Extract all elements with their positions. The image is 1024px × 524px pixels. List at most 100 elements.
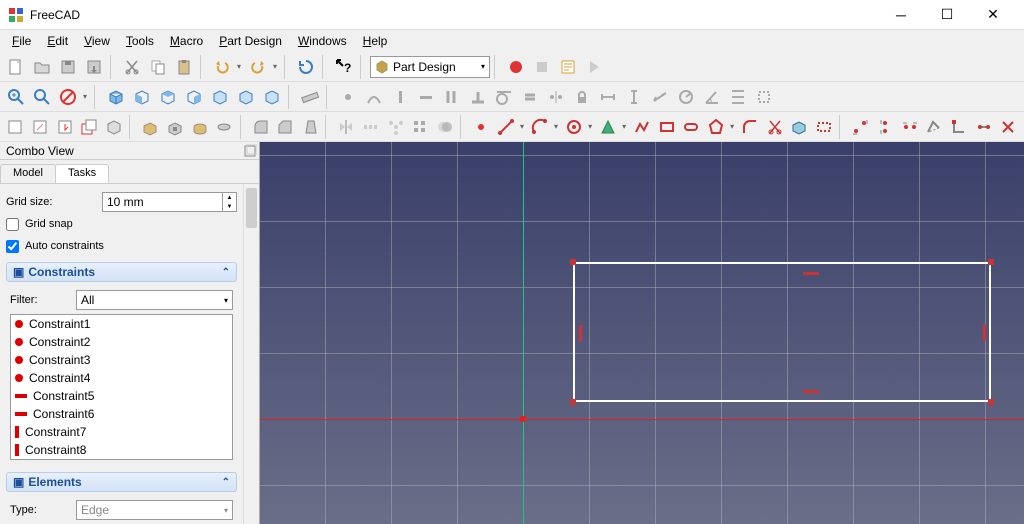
- con-snell-icon[interactable]: [726, 85, 750, 109]
- filter-select[interactable]: All▾: [76, 290, 233, 310]
- sk-selconstr-button[interactable]: [972, 115, 995, 139]
- con-tangent-icon[interactable]: [492, 85, 516, 109]
- auto-constraints-checkbox[interactable]: [6, 240, 19, 253]
- sk-rect-button[interactable]: [655, 115, 678, 139]
- con-horizontal-icon[interactable]: [414, 85, 438, 109]
- combo-view-float-icon[interactable]: [243, 144, 257, 158]
- con-radius-icon[interactable]: [674, 85, 698, 109]
- save-button[interactable]: [56, 55, 80, 79]
- sk-select-horiz-button[interactable]: [898, 115, 921, 139]
- pd-pad-button[interactable]: [139, 115, 162, 139]
- sk-point-button[interactable]: [470, 115, 493, 139]
- pd-chamfer-button[interactable]: [274, 115, 297, 139]
- grid-snap-checkbox[interactable]: [6, 218, 19, 231]
- pd-multi-button[interactable]: [409, 115, 432, 139]
- menu-windows[interactable]: Windows: [290, 32, 355, 50]
- pd-polpattern-button[interactable]: [384, 115, 407, 139]
- sk-select-vert-button[interactable]: [874, 115, 897, 139]
- tab-tasks[interactable]: Tasks: [55, 164, 109, 183]
- pd-editsketch-button[interactable]: [29, 115, 52, 139]
- close-button[interactable]: ✕: [970, 0, 1016, 30]
- constraints-section-header[interactable]: ▣ Constraints ⌃: [6, 262, 237, 282]
- copy-button[interactable]: [146, 55, 170, 79]
- pd-boolean-button[interactable]: [434, 115, 457, 139]
- maximize-button[interactable]: ☐: [924, 0, 970, 30]
- con-parallel-icon[interactable]: [440, 85, 464, 109]
- con-coincident-icon[interactable]: [336, 85, 360, 109]
- constraints-list[interactable]: Constraint1 Constraint2 Constraint3 Cons…: [10, 314, 233, 460]
- elements-section-header[interactable]: ▣ Elements ⌃: [6, 472, 237, 492]
- drawstyle-dropdown[interactable]: ▾: [80, 85, 90, 109]
- grid-size-input[interactable]: 10 mm ▲▼: [102, 192, 237, 212]
- con-equal-icon[interactable]: [518, 85, 542, 109]
- sk-trim-button[interactable]: [763, 115, 786, 139]
- whatsthis-button[interactable]: ?: [332, 55, 356, 79]
- con-symmetric-icon[interactable]: [544, 85, 568, 109]
- sk-slot-button[interactable]: [680, 115, 703, 139]
- workbench-selector[interactable]: Part Design ▾: [370, 56, 490, 78]
- pd-pocket-button[interactable]: [164, 115, 187, 139]
- paste-button[interactable]: [172, 55, 196, 79]
- sk-construction-button[interactable]: [813, 115, 836, 139]
- menu-partdesign[interactable]: Part Design: [211, 32, 290, 50]
- new-doc-button[interactable]: [4, 55, 28, 79]
- pd-linpattern-button[interactable]: [360, 115, 383, 139]
- drawstyle-button[interactable]: [56, 85, 80, 109]
- pd-mirror-button[interactable]: [335, 115, 358, 139]
- con-internal-icon[interactable]: [752, 85, 776, 109]
- con-angle-icon[interactable]: [700, 85, 724, 109]
- undo-button[interactable]: [210, 55, 234, 79]
- redo-button[interactable]: [246, 55, 270, 79]
- menu-tools[interactable]: Tools: [118, 32, 162, 50]
- view-rear-button[interactable]: [208, 85, 232, 109]
- pd-leavesketch-button[interactable]: [53, 115, 76, 139]
- sk-polygon-button[interactable]: [705, 115, 728, 139]
- sidebar-scrollbar[interactable]: [243, 184, 259, 524]
- sk-ellipse-button[interactable]: [597, 115, 620, 139]
- pd-mapsketch-button[interactable]: [78, 115, 101, 139]
- sk-circle-button[interactable]: [563, 115, 586, 139]
- sk-line-dropdown[interactable]: ▾: [517, 115, 526, 139]
- pd-revolve-button[interactable]: [188, 115, 211, 139]
- con-vertical-icon[interactable]: [388, 85, 412, 109]
- con-distx-icon[interactable]: [596, 85, 620, 109]
- sk-line-button[interactable]: [495, 115, 518, 139]
- zoom-sel-button[interactable]: [30, 85, 54, 109]
- sk-circle-dropdown[interactable]: ▾: [585, 115, 594, 139]
- con-disty-icon[interactable]: [622, 85, 646, 109]
- menu-macro[interactable]: Macro: [162, 32, 211, 50]
- con-perpendicular-icon[interactable]: [466, 85, 490, 109]
- sk-connect-button[interactable]: [948, 115, 971, 139]
- con-lock-icon[interactable]: [570, 85, 594, 109]
- sk-fillet-button[interactable]: [739, 115, 762, 139]
- view-left-button[interactable]: [260, 85, 284, 109]
- view-top-button[interactable]: [156, 85, 180, 109]
- sk-arc-dropdown[interactable]: ▾: [551, 115, 560, 139]
- macro-list-button[interactable]: [556, 55, 580, 79]
- view-front-button[interactable]: [130, 85, 154, 109]
- open-doc-button[interactable]: [30, 55, 54, 79]
- menu-help[interactable]: Help: [355, 32, 396, 50]
- sk-close-button[interactable]: [923, 115, 946, 139]
- redo-dropdown[interactable]: ▾: [270, 55, 280, 79]
- save-as-button[interactable]: [82, 55, 106, 79]
- pd-fillet-button[interactable]: [249, 115, 272, 139]
- sk-select-origin-button[interactable]: [849, 115, 872, 139]
- pd-newsketch-button[interactable]: [4, 115, 27, 139]
- sk-external-button[interactable]: [788, 115, 811, 139]
- view-iso-button[interactable]: [104, 85, 128, 109]
- sk-polyline-button[interactable]: [631, 115, 654, 139]
- tab-model[interactable]: Model: [0, 164, 56, 183]
- zoom-fit-button[interactable]: [4, 85, 28, 109]
- type-select[interactable]: Edge▾: [76, 500, 233, 520]
- menu-edit[interactable]: Edit: [39, 32, 76, 50]
- sk-ellipse-dropdown[interactable]: ▾: [619, 115, 628, 139]
- sk-delconstr-button[interactable]: [997, 115, 1020, 139]
- macro-stop-button[interactable]: [530, 55, 554, 79]
- view-bottom-button[interactable]: [234, 85, 258, 109]
- menu-file[interactable]: File: [4, 32, 39, 50]
- minimize-button[interactable]: ─: [878, 0, 924, 30]
- sk-arc-button[interactable]: [529, 115, 552, 139]
- pd-groove-button[interactable]: [213, 115, 236, 139]
- view-right-button[interactable]: [182, 85, 206, 109]
